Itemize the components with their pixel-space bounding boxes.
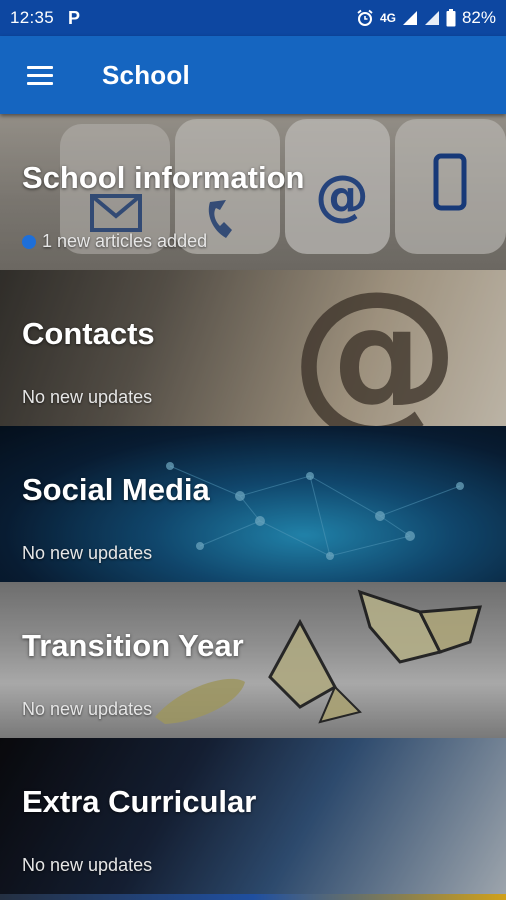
card-subtitle-text: No new updates <box>22 699 153 719</box>
card-contacts[interactable]: @ Contacts No new updates <box>0 270 506 426</box>
card-title: Social Media <box>22 472 210 507</box>
new-indicator-dot <box>22 234 36 249</box>
card-title: Transition Year <box>22 628 244 663</box>
card-subtitle: No new updates <box>22 855 152 876</box>
card-subtitle: No new updates <box>22 387 152 408</box>
card-title: Contacts <box>22 316 155 351</box>
next-card-peek <box>0 894 506 900</box>
card-extra-curricular[interactable]: Extra Curricular No new updates <box>0 738 506 894</box>
alarm-icon <box>357 9 373 26</box>
menu-icon <box>27 65 53 85</box>
card-subtitle-text: 1 new articles added <box>42 231 208 251</box>
card-subtitle: No new updates <box>22 699 152 720</box>
signal-icon <box>402 11 417 25</box>
card-title: Extra Curricular <box>22 784 257 819</box>
battery-icon <box>446 9 456 27</box>
card-subtitle: 1 new articles added <box>22 231 207 252</box>
card-school-information[interactable]: @ School information 1 new articles adde… <box>0 114 506 270</box>
card-transition-year[interactable]: Transition Year No new updates <box>0 582 506 738</box>
network-type: 4G <box>379 11 396 25</box>
menu-button[interactable] <box>0 36 80 114</box>
page-title: School <box>102 59 190 90</box>
card-social-media[interactable]: Social Media No new updates <box>0 426 506 582</box>
app-bar: School <box>0 36 506 114</box>
signal-icon-2 <box>424 11 439 25</box>
parking-icon: P <box>68 7 81 28</box>
card-subtitle-text: No new updates <box>22 543 153 563</box>
status-time: 12:35 <box>10 8 55 27</box>
card-subtitle-text: No new updates <box>22 855 153 875</box>
card-subtitle-text: No new updates <box>22 387 153 407</box>
status-bar: 12:35 P 4G 82% <box>0 0 506 36</box>
battery-level: 82% <box>461 8 496 27</box>
status-icons: 4G 82% <box>356 8 496 28</box>
card-subtitle: No new updates <box>22 543 152 564</box>
card-title: School information <box>22 160 305 195</box>
